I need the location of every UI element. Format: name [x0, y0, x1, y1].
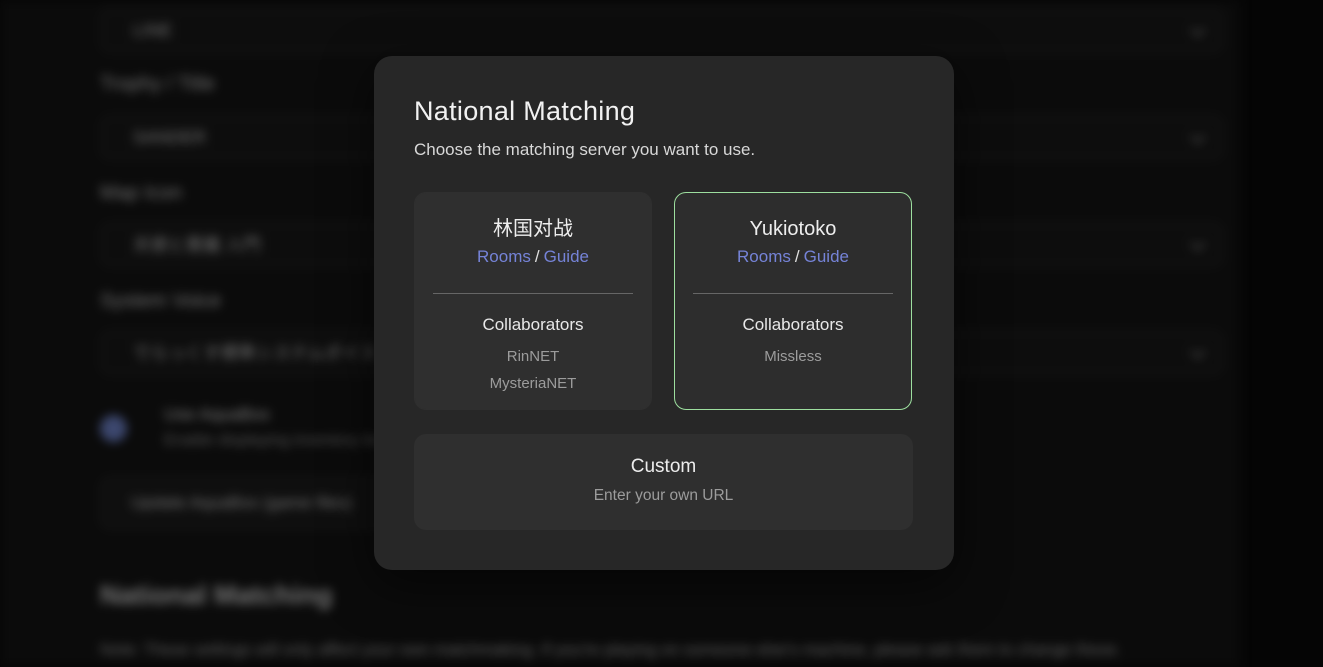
guide-link[interactable]: Guide — [544, 247, 589, 266]
card-divider — [433, 293, 633, 294]
collaborators-heading: Collaborators — [675, 313, 911, 337]
national-matching-modal: National Matching Choose the matching se… — [374, 56, 954, 570]
card-divider — [693, 293, 893, 294]
rooms-link[interactable]: Rooms — [477, 247, 531, 266]
server-name: 林国对战 — [415, 217, 651, 241]
collaborator: Missless — [675, 343, 911, 370]
server-links: Rooms/Guide — [415, 245, 651, 269]
server-name: Yukiotoko — [675, 217, 911, 241]
collaborator: RinNET — [415, 343, 651, 370]
server-card-linguo[interactable]: 林国对战 Rooms/Guide Collaborators RinNET My… — [414, 192, 652, 410]
server-card-yukiotoko[interactable]: Yukiotoko Rooms/Guide Collaborators Miss… — [674, 192, 912, 410]
guide-link[interactable]: Guide — [804, 247, 849, 266]
collaborator: MysteriaNET — [415, 370, 651, 397]
link-separator: / — [535, 247, 540, 266]
rooms-link[interactable]: Rooms — [737, 247, 791, 266]
collaborators-list: RinNET MysteriaNET — [415, 343, 651, 397]
server-options: 林国对战 Rooms/Guide Collaborators RinNET My… — [414, 192, 914, 410]
collaborators-heading: Collaborators — [415, 313, 651, 337]
custom-title: Custom — [414, 454, 913, 480]
link-separator: / — [795, 247, 800, 266]
modal-subtitle: Choose the matching server you want to u… — [414, 138, 914, 162]
custom-subtitle: Enter your own URL — [414, 485, 913, 507]
server-links: Rooms/Guide — [675, 245, 911, 269]
collaborators-list: Missless — [675, 343, 911, 370]
custom-server-card[interactable]: Custom Enter your own URL — [414, 434, 913, 530]
modal-title: National Matching — [414, 94, 914, 128]
